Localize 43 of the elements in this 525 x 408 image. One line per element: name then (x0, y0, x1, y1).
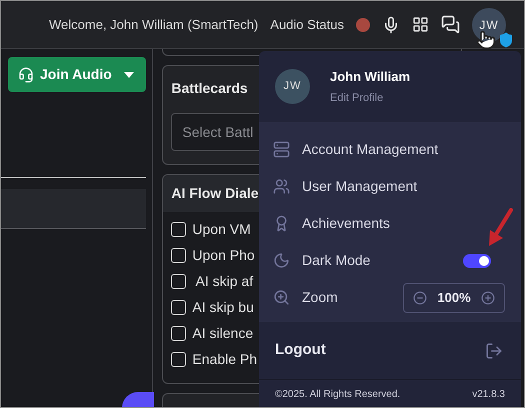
version-text: v21.8.3 (472, 388, 505, 402)
checkbox[interactable] (171, 326, 186, 340)
microphone-icon[interactable] (382, 16, 400, 34)
menu-item[interactable]: Account Management (273, 138, 507, 161)
join-audio-button[interactable]: Join Audio (8, 57, 146, 92)
dark-mode-toggle[interactable] (463, 254, 491, 268)
annotation-arrow (487, 208, 515, 248)
chat-icon[interactable] (441, 15, 460, 34)
server-icon (273, 141, 290, 158)
zoom-out-button[interactable] (413, 290, 427, 304)
card-title: AI Flow Diale (171, 184, 259, 203)
option-label: Enable Ph (192, 350, 258, 368)
option-label: Upon VM (192, 220, 251, 239)
logout-icon[interactable] (485, 342, 503, 360)
headset-icon (18, 66, 34, 82)
avatar: JW (275, 69, 310, 104)
zoom-value: 100% (437, 288, 471, 307)
option-label: AI skip bu (192, 298, 254, 317)
caret-icon (124, 72, 134, 78)
user-name: John William (330, 68, 410, 86)
zoom-in-button[interactable] (481, 290, 495, 304)
audio-status-label: Audio Status (270, 16, 344, 34)
users-icon (273, 178, 290, 195)
checkbox[interactable] (171, 300, 186, 314)
moon-icon (273, 252, 290, 269)
menu-item[interactable]: Dark Mode (273, 249, 507, 272)
logout-link[interactable]: Logout (275, 339, 326, 362)
checkbox[interactable] (171, 274, 186, 288)
edit-profile-link[interactable]: Edit Profile (330, 90, 410, 106)
checkbox[interactable] (171, 222, 186, 236)
menu-item[interactable]: Zoom 100% (273, 286, 507, 309)
welcome-text: Welcome, John William (SmartTech) (49, 16, 258, 34)
checkbox[interactable] (171, 248, 186, 262)
grid-icon[interactable] (412, 16, 429, 33)
card-title: Battlecards (171, 79, 248, 98)
menu-item[interactable]: User Management (273, 175, 507, 198)
zoom-in-icon (273, 289, 290, 306)
option-label: AI silence (192, 324, 254, 342)
checkbox[interactable] (171, 352, 186, 366)
option-label: AI skip af (194, 272, 254, 291)
option-label: Upon Pho (192, 246, 255, 265)
menu-item[interactable]: Achievements (273, 212, 507, 235)
copyright-text: ©2025. All Rights Reserved. (275, 388, 400, 402)
